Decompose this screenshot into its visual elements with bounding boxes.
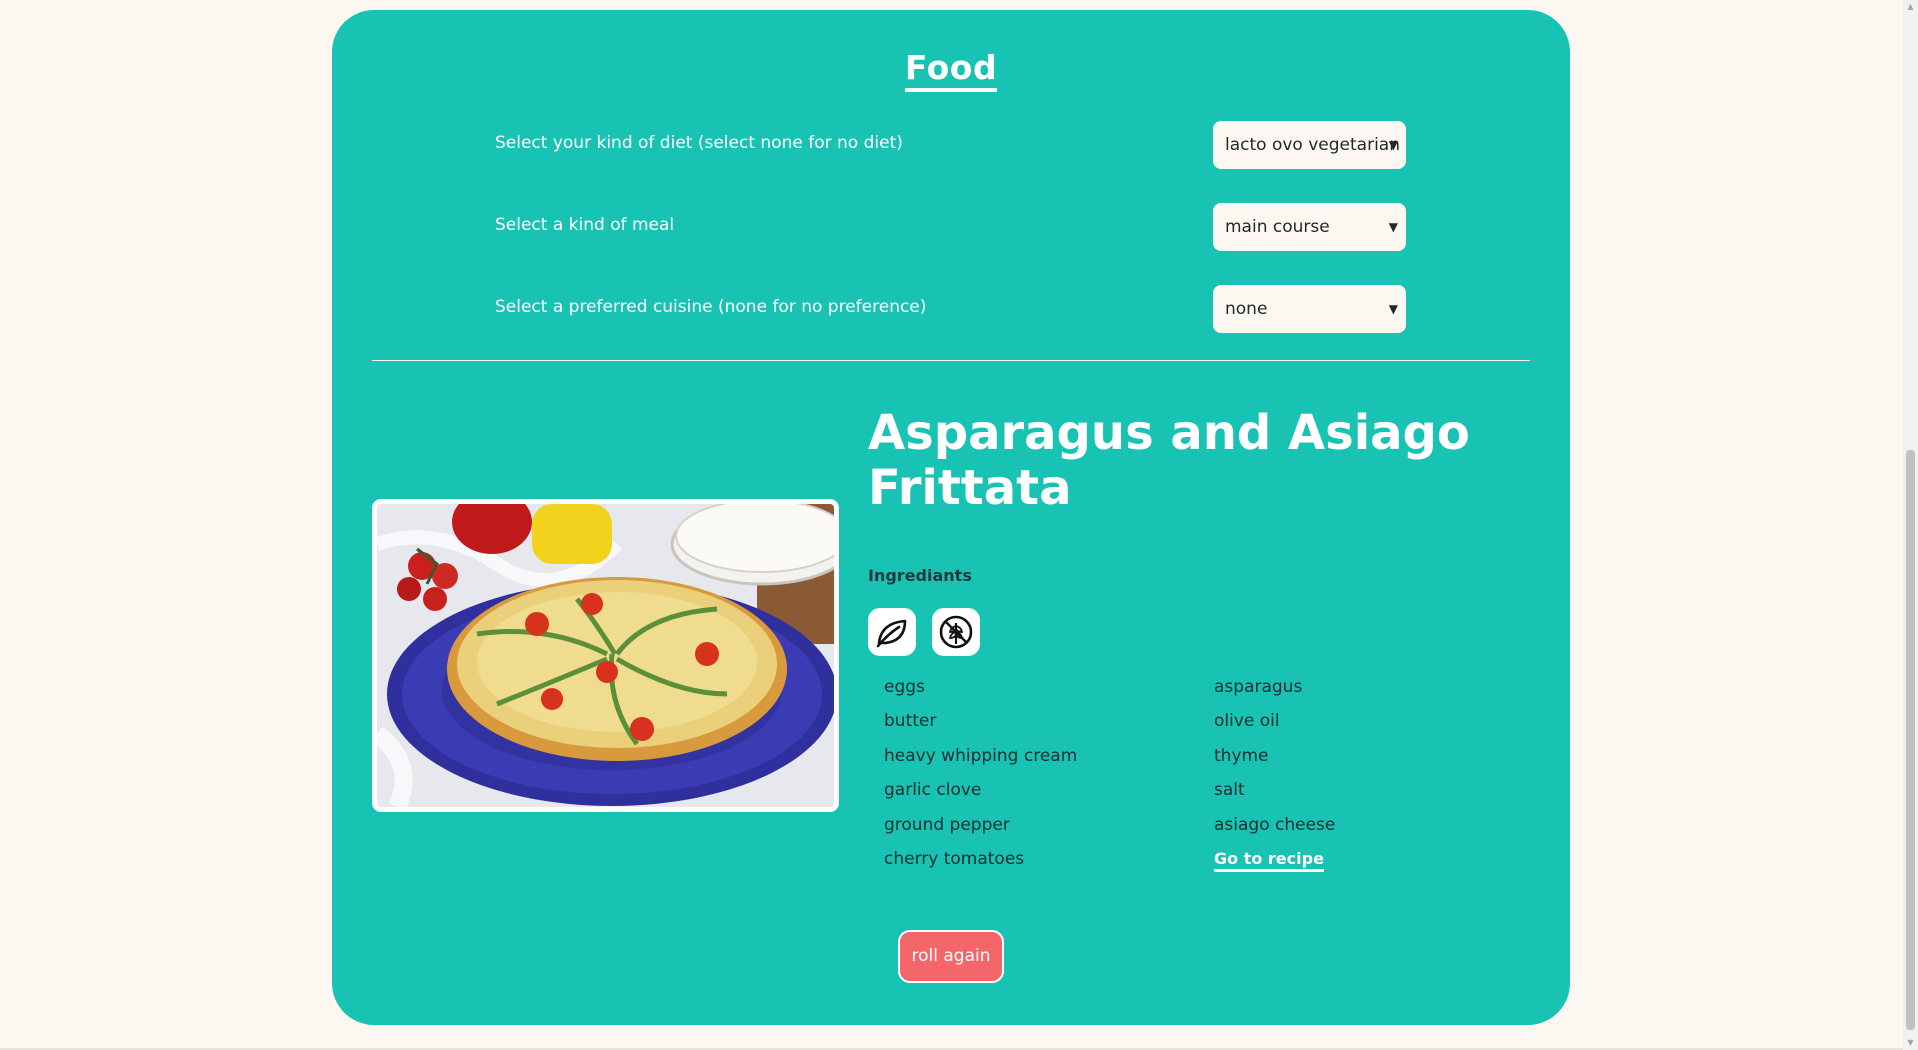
meal-filter-row: Select a kind of meal main course ▼: [495, 203, 1407, 251]
leaf-icon: [868, 608, 916, 656]
scroll-down-arrow-icon[interactable]: ▼: [1903, 1036, 1918, 1050]
page: Food Select your kind of diet (select no…: [0, 0, 1918, 1050]
chevron-down-icon: ▼: [1388, 220, 1398, 234]
ingredient-item: salt: [1214, 780, 1245, 801]
ingredients-heading: Ingrediants: [868, 566, 972, 585]
diet-select[interactable]: lacto ovo vegetarian ▼: [1213, 121, 1406, 169]
ingredient-item: eggs: [884, 677, 925, 697]
cuisine-filter-row: Select a preferred cuisine (none for no …: [495, 285, 1407, 333]
ingredient-item: asiago cheese: [1214, 814, 1336, 835]
ingredient-item: ground pepper: [884, 814, 1010, 835]
meal-select-value: main course: [1225, 217, 1330, 237]
ingredient-item: olive oil: [1214, 711, 1280, 732]
gluten-free-icon: [932, 608, 980, 656]
recipe-link-item: Go to recipe: [1214, 842, 1335, 876]
section-title: Food: [332, 48, 1570, 92]
recipe-image: [372, 499, 839, 812]
diet-select-value: lacto ovo vegetarian: [1225, 135, 1400, 155]
ingredient-item: heavy whipping cream: [884, 745, 1078, 766]
chevron-down-icon: ▼: [1388, 138, 1398, 152]
cuisine-select-value: none: [1225, 299, 1268, 319]
ingredient-item: butter: [884, 711, 937, 732]
go-to-recipe-link[interactable]: Go to recipe: [1214, 848, 1324, 872]
ingredient-item: asparagus: [1214, 677, 1303, 697]
meal-filter-label: Select a kind of meal: [495, 215, 675, 235]
ingredient-item: garlic clove: [884, 780, 982, 801]
ingredients-right-list: asparagus olive oil thyme salt asiago ch…: [1214, 670, 1335, 876]
divider: [372, 360, 1530, 361]
scroll-up-arrow-icon[interactable]: ▲: [1903, 0, 1918, 14]
diet-filter-row: Select your kind of diet (select none fo…: [495, 121, 1407, 169]
ingredient-item: thyme: [1214, 745, 1269, 766]
roll-again-button[interactable]: roll again: [898, 930, 1004, 983]
cuisine-select[interactable]: none ▼: [1213, 285, 1406, 333]
scrollbar[interactable]: ▲ ▼: [1903, 0, 1918, 1050]
ingredients-left-list: eggs butter heavy whipping cream garlic …: [884, 670, 1077, 876]
meal-select[interactable]: main course ▼: [1213, 203, 1406, 251]
ingredient-item: cherry tomatoes: [884, 848, 1025, 869]
section-title-text: Food: [904, 48, 998, 92]
cuisine-filter-label: Select a preferred cuisine (none for no …: [495, 297, 927, 317]
food-card: Food Select your kind of diet (select no…: [332, 10, 1570, 1025]
recipe-title: Asparagus and Asiago Frittata: [868, 405, 1470, 516]
chevron-down-icon: ▼: [1388, 302, 1398, 316]
diet-filter-label: Select your kind of diet (select none fo…: [495, 133, 903, 153]
scrollbar-thumb[interactable]: [1906, 450, 1915, 1030]
